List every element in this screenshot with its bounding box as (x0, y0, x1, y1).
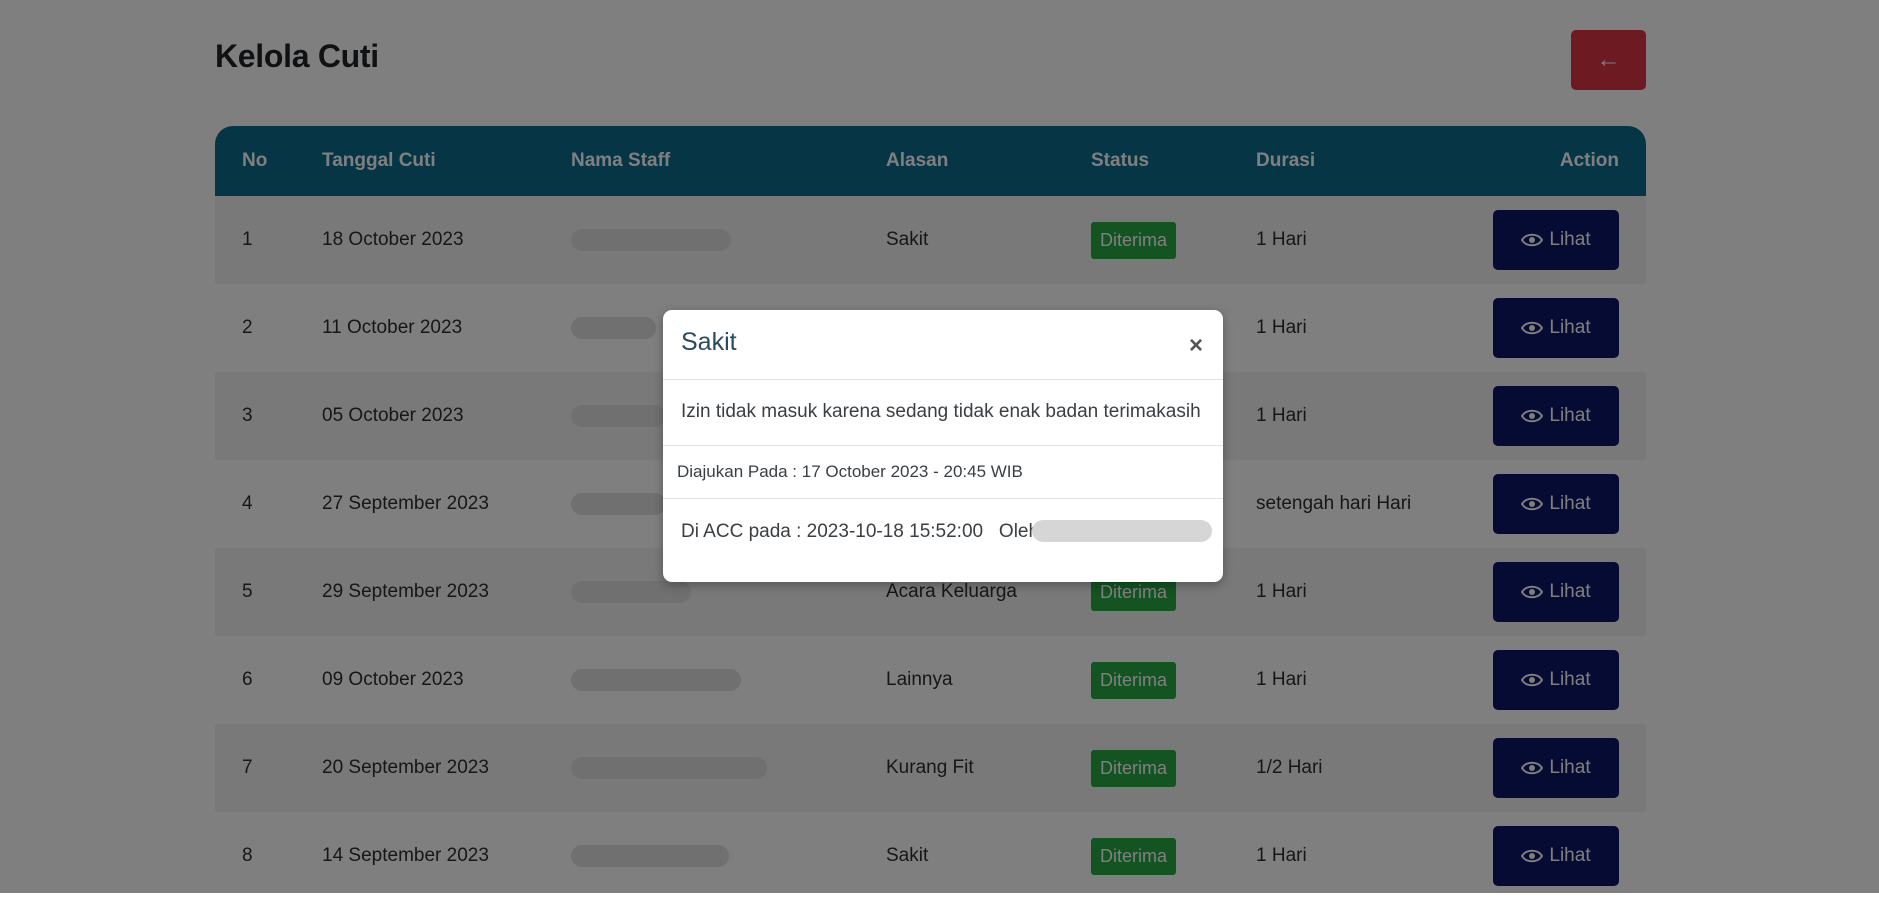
modal-title: Sakit (681, 328, 737, 356)
modal-divider (663, 498, 1223, 499)
modal-body-text: Izin tidak masuk karena sedang tidak ena… (681, 401, 1201, 422)
close-icon[interactable]: × (1189, 334, 1203, 358)
reason-modal: Sakit × Izin tidak masuk karena sedang t… (663, 310, 1223, 582)
redacted-approver (1032, 520, 1212, 542)
modal-header: Sakit × (663, 310, 1223, 380)
modal-acc-info: Di ACC pada : 2023-10-18 15:52:00 Oleh : (681, 521, 1050, 542)
modal-submitted-date: Diajukan Pada : 17 October 2023 - 20:45 … (677, 462, 1023, 481)
modal-divider (663, 445, 1223, 446)
